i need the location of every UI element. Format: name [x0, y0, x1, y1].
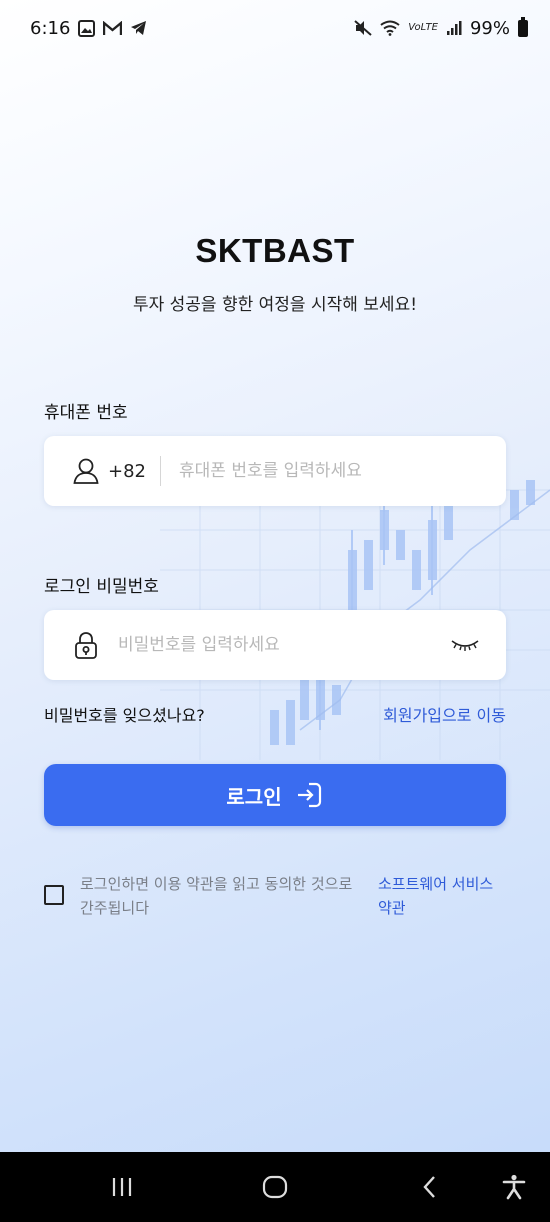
- login-button[interactable]: 로그인: [44, 764, 506, 826]
- password-field[interactable]: [44, 610, 506, 680]
- signal-icon: [446, 21, 462, 35]
- status-bar: 6:16 VoLTE 99%: [0, 0, 550, 56]
- password-input[interactable]: [118, 625, 450, 665]
- back-icon: [423, 1176, 435, 1198]
- login-button-label: 로그인: [226, 784, 282, 809]
- wifi-icon: [380, 20, 400, 36]
- login-arrow-icon: [297, 782, 321, 808]
- back-button[interactable]: [400, 1152, 460, 1222]
- terms-checkbox[interactable]: [44, 885, 64, 905]
- phone-label: 휴대폰 번호: [44, 403, 128, 423]
- gmail-icon: [103, 20, 123, 35]
- phone-input[interactable]: [179, 451, 506, 491]
- person-icon: [73, 458, 99, 484]
- volte-icon: VoLTE: [408, 22, 438, 33]
- terms-link[interactable]: 소프트웨어 서비스 약관: [378, 872, 498, 920]
- home-icon: [262, 1175, 288, 1199]
- recent-apps-icon: [112, 1178, 132, 1196]
- recent-apps-button[interactable]: [92, 1152, 152, 1222]
- country-code[interactable]: +82: [108, 461, 146, 482]
- gallery-icon: [78, 19, 96, 37]
- battery-icon: [518, 16, 528, 37]
- mute-icon: [354, 20, 372, 36]
- password-label: 로그인 비밀번호: [44, 577, 159, 597]
- forgot-password-link[interactable]: 비밀번호를 잊으셨나요?: [44, 702, 205, 726]
- clock: 6:16: [30, 17, 71, 39]
- home-button[interactable]: [245, 1152, 305, 1222]
- accessibility-button[interactable]: [484, 1152, 544, 1222]
- status-right: VoLTE 99%: [354, 16, 528, 39]
- terms-text: 로그인하면 이용 약관을 읽고 동의한 것으로 간주됩니다: [80, 875, 353, 917]
- app-subtitle: 투자 성공을 향한 여정을 시작해 보세요!: [132, 295, 418, 315]
- system-nav-bar: [0, 1152, 550, 1222]
- phone-field[interactable]: +82: [44, 436, 506, 506]
- app-title: SKTBAST: [195, 232, 355, 269]
- lock-icon: [75, 632, 97, 659]
- battery-percent: 99%: [469, 17, 510, 39]
- signup-link[interactable]: 회원가입으로 이동: [383, 702, 506, 726]
- eye-closed-icon[interactable]: [450, 637, 480, 653]
- status-left: 6:16: [30, 18, 147, 39]
- accessibility-icon: [502, 1174, 526, 1200]
- telegram-icon: [131, 21, 147, 35]
- field-divider: [160, 456, 161, 486]
